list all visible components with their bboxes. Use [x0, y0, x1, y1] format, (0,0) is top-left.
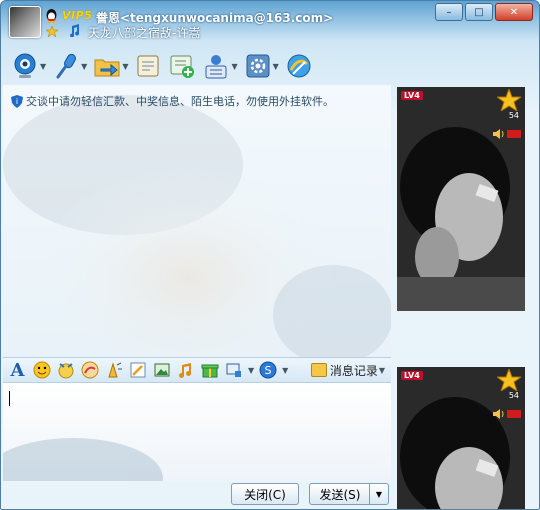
font-button[interactable]: A	[7, 360, 28, 381]
svg-text:i: i	[16, 97, 18, 106]
star-icon	[46, 26, 58, 37]
chevron-down-icon[interactable]: ▼	[273, 62, 279, 71]
toolbar: ▼ ▼ ▼ ▼ ▼	[11, 51, 313, 81]
music-button[interactable]	[175, 360, 196, 381]
window-controls: – □ ✕	[433, 3, 533, 21]
notice-text: 交谈中请勿轻信汇款、中奖信息、陌生电话，勿使用外挂软件。	[26, 95, 334, 108]
shake-icon	[107, 362, 122, 378]
level-badge: LV4	[401, 371, 423, 380]
chevron-down-icon[interactable]: ▼	[81, 62, 87, 71]
screenshot-button[interactable]	[223, 360, 244, 381]
star-icon	[497, 369, 521, 391]
pencil-icon	[130, 362, 145, 378]
title-bar[interactable]: VIP5 誊恩<tengxunwocanima@163.com> 天龙八部之宿敌…	[1, 1, 539, 43]
chevron-down-icon[interactable]: ▼	[231, 62, 237, 71]
minimize-button[interactable]: –	[435, 3, 463, 21]
speaker-control[interactable]	[493, 409, 521, 419]
message-input[interactable]	[3, 383, 391, 481]
vip-badge[interactable]: VIP5	[62, 9, 92, 22]
chevron-down-icon[interactable]: ▼	[248, 366, 254, 375]
app-icon	[287, 54, 311, 78]
music-icon	[178, 363, 191, 378]
webcam-icon	[14, 53, 36, 78]
shake-button[interactable]	[103, 360, 124, 381]
send-button[interactable]: 发送(S)	[309, 483, 371, 505]
mute-indicator	[507, 130, 521, 138]
emoticon-button[interactable]	[31, 360, 52, 381]
own-show-panel[interactable]: LV4 54	[397, 367, 525, 509]
close-window-button[interactable]: ✕	[495, 3, 533, 21]
chevron-down-icon[interactable]: ▼	[379, 366, 385, 375]
level-number: 54	[508, 111, 519, 120]
paipai-button[interactable]: S	[257, 360, 278, 381]
screenshot-icon	[226, 363, 241, 377]
microphone-icon	[56, 53, 77, 79]
gift-icon	[201, 364, 218, 378]
add-friend-icon	[170, 55, 195, 78]
speaker-icon	[493, 129, 504, 139]
speaker-icon	[493, 409, 504, 419]
background-photo	[3, 438, 163, 481]
chevron-down-icon[interactable]: ▼	[282, 366, 288, 375]
star-icon	[497, 89, 521, 111]
magic-emoticon-button[interactable]	[55, 360, 76, 381]
webcam-button[interactable]: ▼	[11, 51, 46, 81]
folder-transfer-icon	[94, 59, 120, 77]
settings-button[interactable]: ▼	[244, 51, 279, 81]
music-note-icon[interactable]	[68, 24, 80, 37]
paipai-icon: S	[259, 361, 277, 379]
profile-button[interactable]: ▼	[202, 51, 238, 81]
settings-icon	[246, 54, 270, 78]
message-history-button[interactable]: 消息记录 ▼	[310, 362, 385, 379]
chevron-down-icon[interactable]: ▼	[40, 62, 46, 71]
mute-indicator	[507, 410, 521, 418]
voice-button[interactable]: ▼	[52, 51, 87, 81]
security-notice: i 交谈中请勿轻信汇款、中奖信息、陌生电话，勿使用外挂软件。	[11, 93, 334, 109]
qq-penguin-icon	[46, 9, 57, 23]
bottom-bar: 关闭(C) 发送(S) ▼	[3, 481, 391, 509]
edit-button[interactable]	[127, 360, 148, 381]
shield-icon: i	[11, 94, 23, 108]
file-transfer-button[interactable]: ▼	[93, 51, 128, 81]
show-photo	[397, 87, 525, 311]
avatar[interactable]	[9, 6, 41, 38]
contact-signature: 天龙八部之宿敌-许嵩	[88, 26, 201, 40]
send-options-button[interactable]: ▼	[369, 483, 389, 505]
app-button[interactable]	[285, 51, 313, 81]
chat-window: VIP5 誊恩<tengxunwocanima@163.com> 天龙八部之宿敌…	[0, 0, 540, 510]
magic-face-icon	[58, 363, 73, 379]
profile-card-icon	[205, 55, 227, 79]
level-number: 54	[508, 391, 519, 400]
text-caret	[9, 391, 10, 406]
chevron-down-icon[interactable]: ▼	[122, 62, 128, 71]
background-photo	[3, 95, 391, 357]
add-friend-button[interactable]	[168, 51, 196, 81]
scrawl-button[interactable]	[79, 360, 100, 381]
contact-show-panel[interactable]: LV4 54	[397, 87, 525, 311]
gift-button[interactable]	[199, 360, 220, 381]
sms-icon	[137, 55, 159, 77]
message-history-area[interactable]: i 交谈中请勿轻信汇款、中奖信息、陌生电话，勿使用外挂软件。	[3, 85, 391, 357]
picture-icon	[154, 363, 169, 377]
history-icon	[310, 363, 327, 377]
chevron-down-icon: ▼	[375, 489, 383, 499]
speaker-control[interactable]	[493, 129, 521, 139]
image-button[interactable]	[151, 360, 172, 381]
smiley-icon	[33, 361, 50, 379]
maximize-button[interactable]: □	[465, 3, 493, 21]
level-badge: LV4	[401, 91, 423, 100]
svg-text:S: S	[264, 364, 271, 377]
scrawl-icon	[81, 361, 98, 379]
message-history-label: 消息记录	[329, 363, 378, 378]
close-button[interactable]: 关闭(C)	[231, 483, 299, 505]
format-toolbar: A ▼ S ▼ 消息记录 ▼	[3, 357, 391, 383]
sms-button[interactable]	[134, 51, 162, 81]
